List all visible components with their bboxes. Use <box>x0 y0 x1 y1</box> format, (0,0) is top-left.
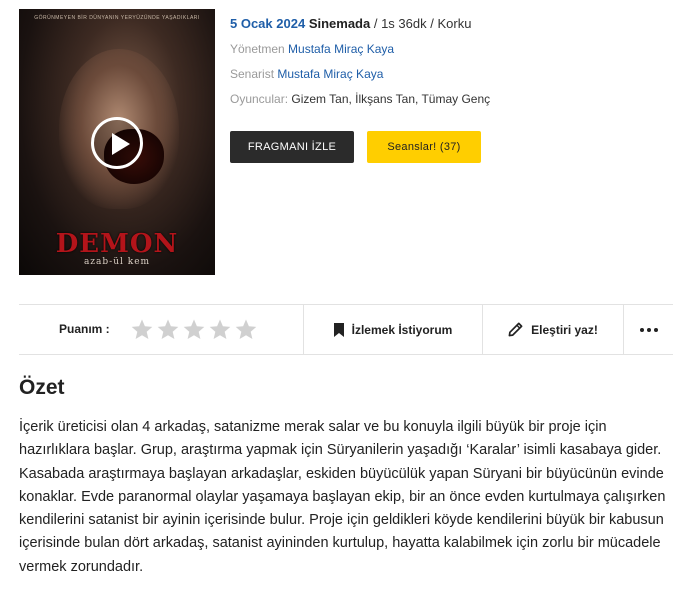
movie-poster[interactable]: GÖRÜNMEYEN BİR DÜNYANIN YERYÜZÜNDE YAŞAD… <box>19 9 215 275</box>
meta-separator: / <box>426 16 438 31</box>
pencil-icon <box>508 322 523 337</box>
cast-list: Gizem Tan, İlkşans Tan, Tümay Genç <box>291 92 491 106</box>
cast-label: Oyuncular: <box>230 92 289 106</box>
cast-line: Oyuncular: Gizem Tan, İlkşans Tan, Tümay… <box>230 92 670 107</box>
more-dots-icon <box>639 327 658 332</box>
rating-stars[interactable] <box>129 318 259 342</box>
star-icon-1[interactable] <box>129 318 155 342</box>
action-bar-bottom-border <box>19 354 673 355</box>
duration: 1s 36dk <box>381 16 427 31</box>
watchlist-label: İzlemek İstiyorum <box>351 322 453 337</box>
bookmark-icon <box>333 322 344 337</box>
star-icon-5[interactable] <box>233 318 259 342</box>
summary-text: İçerik üreticisi olan 4 arkadaş, sataniz… <box>19 419 666 575</box>
trailer-button[interactable]: FRAGMANI İZLE <box>230 131 354 163</box>
star-icon-3[interactable] <box>181 318 207 342</box>
watchlist-button[interactable]: İzlemek İstiyorum <box>304 305 482 354</box>
rating-label: Puanım : <box>59 322 110 336</box>
poster-tagline: GÖRÜNMEYEN BİR DÜNYANIN YERYÜZÜNDE YAŞAD… <box>34 15 200 21</box>
writer-label: Senarist <box>230 67 275 81</box>
more-options-button[interactable] <box>624 305 673 354</box>
review-label: Eleştiri yaz! <box>531 322 598 337</box>
write-review-button[interactable]: Eleştiri yaz! <box>483 305 623 354</box>
release-line: 5 Ocak 2024 Sinemada / 1s 36dk / Korku <box>230 16 670 32</box>
sessions-button[interactable]: Seanslar! (37) <box>367 131 481 163</box>
star-icon-4[interactable] <box>207 318 233 342</box>
star-icon-2[interactable] <box>155 318 181 342</box>
play-trailer-button[interactable] <box>91 117 143 169</box>
play-icon <box>112 133 130 155</box>
director-label: Yönetmen <box>230 42 285 56</box>
poster-title: DEMON <box>55 229 179 259</box>
movie-info: 5 Ocak 2024 Sinemada / 1s 36dk / Korku Y… <box>230 16 670 107</box>
summary-heading: Özet <box>19 376 65 399</box>
director-link[interactable]: Mustafa Miraç Kaya <box>288 42 394 56</box>
meta-separator: / <box>370 16 382 31</box>
writer-line: Senarist Mustafa Miraç Kaya <box>230 67 670 82</box>
release-date[interactable]: 5 Ocak 2024 <box>230 16 305 31</box>
genre[interactable]: Korku <box>437 16 471 31</box>
writer-link[interactable]: Mustafa Miraç Kaya <box>277 67 383 81</box>
director-line: Yönetmen Mustafa Miraç Kaya <box>230 42 670 57</box>
poster-subtitle: azab-ül kem <box>83 257 151 267</box>
release-status: Sinemada <box>308 16 371 31</box>
